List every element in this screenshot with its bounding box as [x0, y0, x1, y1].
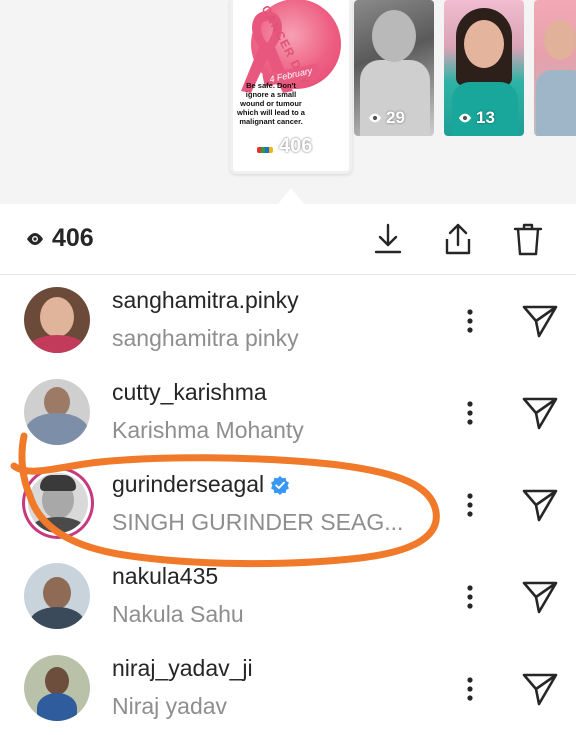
viewer-full-name: Niraj yadav: [112, 693, 228, 719]
view-count-label: 13: [476, 108, 495, 127]
viewer-full-name: SINGH GURINDER SEAG...: [112, 509, 404, 535]
username-label: gurinderseagal: [112, 471, 265, 497]
story-view-count: 13: [458, 108, 495, 128]
viewers-header: 406: [0, 204, 576, 275]
view-count-label: 29: [386, 108, 405, 127]
more-vertical-icon: [467, 309, 473, 333]
more-vertical-icon: [467, 401, 473, 425]
viewer-row[interactable]: gurinderseagal SINGH GURINDER SEAG...: [0, 459, 576, 551]
viewer-row[interactable]: cutty_karishma Karishma Mohanty: [0, 367, 576, 459]
story-view-count: 406: [279, 135, 313, 157]
send-message-button[interactable]: [518, 575, 562, 619]
viewer-full-name: Karishma Mohanty: [112, 417, 304, 443]
story-view-count: 29: [368, 108, 405, 128]
avatar-face: [40, 297, 74, 337]
paper-plane-icon: [522, 397, 558, 430]
verified-badge-icon: [271, 475, 290, 495]
viewer-list: sanghamitra.pinky sanghamitra pinky cutt…: [0, 275, 576, 735]
viewer-row[interactable]: sanghamitra.pinky sanghamitra pinky: [0, 275, 576, 367]
username-label: sanghamitra.pinky: [112, 287, 299, 313]
avatar[interactable]: [24, 287, 90, 353]
brand-logo: [257, 147, 273, 153]
avatar-body: [37, 693, 77, 721]
photo-face: [544, 20, 576, 60]
eye-icon: [368, 113, 382, 123]
more-vertical-icon: [467, 493, 473, 517]
avatar-body: [26, 413, 88, 445]
viewers-count-label: 406: [52, 224, 94, 252]
viewer-username[interactable]: gurinderseagal: [112, 471, 290, 498]
trash-icon: [513, 223, 543, 256]
avatar-body: [30, 517, 86, 533]
viewer-full-name: Nakula Sahu: [112, 601, 244, 627]
paper-plane-icon: [522, 673, 558, 706]
more-options-button[interactable]: [458, 301, 482, 341]
send-message-button[interactable]: [518, 299, 562, 343]
viewer-row[interactable]: niraj_yadav_ji Niraj yadav: [0, 643, 576, 735]
story-thumbnail[interactable]: [534, 0, 576, 136]
download-button[interactable]: [368, 218, 408, 260]
avatar-turban: [40, 475, 76, 491]
photo-face: [464, 20, 504, 68]
avatar[interactable]: [28, 473, 88, 533]
username-label: niraj_yadav_ji: [112, 655, 253, 681]
more-options-button[interactable]: [458, 577, 482, 617]
eye-icon: [458, 113, 472, 123]
story-message: Be safe. Don't ignore a small wound or t…: [237, 81, 305, 126]
username-label: nakula435: [112, 563, 219, 589]
more-options-button[interactable]: [458, 485, 482, 525]
viewer-username[interactable]: cutty_karishma: [112, 379, 267, 406]
paper-plane-icon: [522, 305, 558, 338]
viewer-username[interactable]: nakula435: [112, 563, 218, 590]
share-icon: [445, 223, 471, 255]
story-strip: CANCER DAY 4 February Be safe. Don't ign…: [0, 0, 576, 204]
avatar[interactable]: [24, 379, 90, 445]
story-thumbnail[interactable]: 13: [444, 0, 524, 136]
share-button[interactable]: [438, 218, 478, 260]
send-message-button[interactable]: [518, 391, 562, 435]
selection-pointer: [278, 188, 304, 204]
avatar[interactable]: [24, 563, 90, 629]
photo-figure: [536, 70, 576, 136]
more-vertical-icon: [467, 585, 473, 609]
send-message-button[interactable]: [518, 483, 562, 527]
download-icon: [374, 223, 402, 254]
paper-plane-icon: [522, 581, 558, 614]
more-options-button[interactable]: [458, 669, 482, 709]
viewers-count: 406: [26, 224, 94, 253]
viewer-username[interactable]: sanghamitra.pinky: [112, 287, 299, 314]
story-thumbnail-active[interactable]: CANCER DAY 4 February Be safe. Don't ign…: [230, 0, 352, 174]
viewer-username[interactable]: niraj_yadav_ji: [112, 655, 253, 682]
avatar-body: [27, 335, 87, 353]
photo-face: [372, 10, 416, 62]
avatar[interactable]: [24, 655, 90, 721]
more-vertical-icon: [467, 677, 473, 701]
delete-button[interactable]: [508, 218, 548, 260]
eye-icon: [27, 232, 43, 245]
paper-plane-icon: [522, 489, 558, 522]
username-label: cutty_karishma: [112, 379, 267, 405]
viewer-row[interactable]: nakula435 Nakula Sahu: [0, 551, 576, 643]
story-thumbnail[interactable]: 29: [354, 0, 434, 136]
avatar-face: [43, 577, 71, 609]
more-options-button[interactable]: [458, 393, 482, 433]
avatar-body: [30, 607, 84, 629]
avatar-face: [45, 667, 69, 695]
send-message-button[interactable]: [518, 667, 562, 711]
viewer-full-name: sanghamitra pinky: [112, 325, 299, 351]
